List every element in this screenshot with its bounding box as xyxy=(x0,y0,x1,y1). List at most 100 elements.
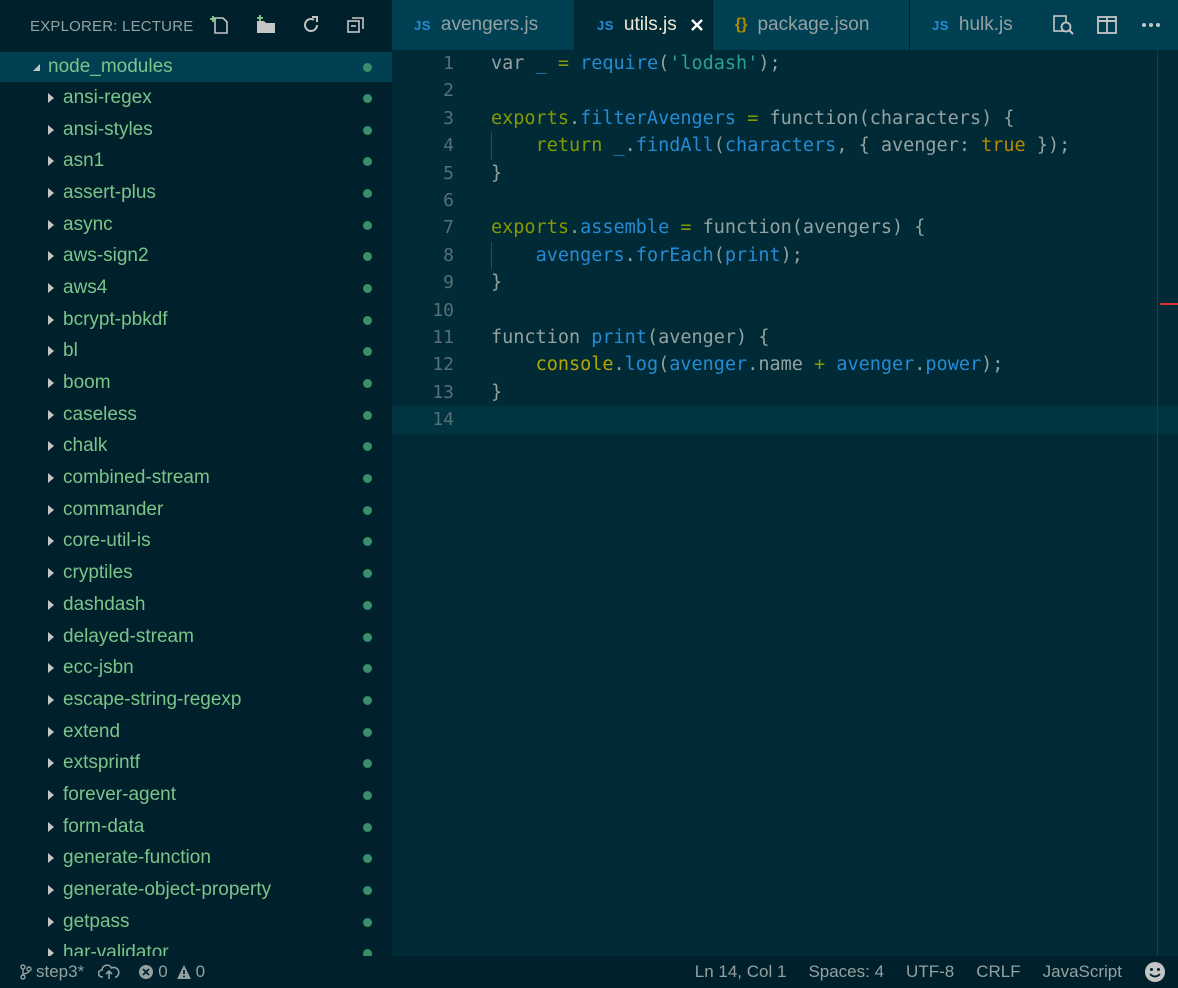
encoding[interactable]: UTF-8 xyxy=(906,962,954,982)
tree-item[interactable]: ecc-jsbn xyxy=(0,652,392,684)
tree-item[interactable]: ansi-styles xyxy=(0,114,392,146)
chevron-right-icon[interactable] xyxy=(45,504,57,516)
chevron-right-icon[interactable] xyxy=(45,219,57,231)
code-line[interactable]: 3 exports.filterAvengers = function(chara… xyxy=(392,105,1178,132)
code-editor[interactable]: 1 var _ = require('lodash'); 2 3 exports.fil… xyxy=(392,50,1178,956)
git-branch-status[interactable]: step3* xyxy=(20,962,84,982)
code-line[interactable]: 4 return _.findAll(characters, { avenger… xyxy=(392,132,1178,160)
tree-item[interactable]: getpass xyxy=(0,906,392,938)
code-line[interactable]: 10 xyxy=(392,297,1178,324)
tree-item-label: ansi-regex xyxy=(63,86,152,108)
tree-item[interactable]: generate-function xyxy=(0,843,392,875)
tab-utils-js[interactable]: JS utils.js xyxy=(575,0,713,50)
tree-item[interactable]: caseless xyxy=(0,399,392,431)
problems-status[interactable]: 0 0 xyxy=(138,962,205,982)
scrollbar-track[interactable] xyxy=(1157,50,1158,956)
tab-package-json[interactable]: {} package.json xyxy=(713,0,910,50)
chevron-right-icon[interactable] xyxy=(45,916,57,928)
tree-item[interactable]: bl xyxy=(0,336,392,368)
tree-item[interactable]: chalk xyxy=(0,431,392,463)
tree-item[interactable]: har-validator xyxy=(0,938,392,956)
tree-item[interactable]: aws4 xyxy=(0,272,392,304)
chevron-right-icon[interactable] xyxy=(45,947,57,956)
code-line[interactable]: 5} xyxy=(392,160,1178,187)
tree-folder-node-modules[interactable]: node_modules xyxy=(0,52,392,82)
tree-item[interactable]: form-data xyxy=(0,811,392,843)
chevron-right-icon[interactable] xyxy=(45,757,57,769)
more-actions-icon[interactable] xyxy=(1138,12,1164,38)
tree-item[interactable]: combined-stream xyxy=(0,462,392,494)
close-icon[interactable] xyxy=(689,17,705,33)
chevron-right-icon[interactable] xyxy=(45,789,57,801)
code-line[interactable]: 14 xyxy=(392,406,1178,434)
tree-item[interactable]: cryptiles xyxy=(0,557,392,589)
chevron-right-icon[interactable] xyxy=(45,92,57,104)
code-token: . xyxy=(914,354,926,376)
split-editor-icon[interactable] xyxy=(1094,12,1120,38)
chevron-right-icon[interactable] xyxy=(45,535,57,547)
language-mode[interactable]: JavaScript xyxy=(1043,962,1122,982)
tree-item[interactable]: escape-string-regexp xyxy=(0,684,392,716)
chevron-right-icon[interactable] xyxy=(45,155,57,167)
chevron-right-icon[interactable] xyxy=(45,472,57,484)
chevron-right-icon[interactable] xyxy=(45,884,57,896)
chevron-right-icon[interactable] xyxy=(45,726,57,738)
tree-item[interactable]: forever-agent xyxy=(0,779,392,811)
chevron-right-icon[interactable] xyxy=(45,631,57,643)
chevron-down-icon[interactable] xyxy=(30,61,42,73)
tree-item[interactable]: asn1 xyxy=(0,145,392,177)
collapse-all-icon[interactable] xyxy=(344,12,368,38)
chevron-right-icon[interactable] xyxy=(45,852,57,864)
new-file-icon[interactable] xyxy=(209,12,233,38)
tab-avengers-js[interactable]: JS avengers.js xyxy=(392,0,575,50)
chevron-right-icon[interactable] xyxy=(45,282,57,294)
refresh-icon[interactable] xyxy=(299,12,323,38)
code-line[interactable]: 2 xyxy=(392,77,1178,104)
tree-item[interactable]: dashdash xyxy=(0,589,392,621)
cursor-position[interactable]: Ln 14, Col 1 xyxy=(695,962,787,982)
git-status-dot xyxy=(363,790,372,800)
sync-status[interactable] xyxy=(98,964,124,980)
tree-item[interactable]: extend xyxy=(0,716,392,748)
tree-item[interactable]: commander xyxy=(0,494,392,526)
chevron-right-icon[interactable] xyxy=(45,377,57,389)
tab-hulk-js[interactable]: JS hulk.js xyxy=(910,0,1038,50)
tree-item[interactable]: boom xyxy=(0,367,392,399)
chevron-right-icon[interactable] xyxy=(45,314,57,326)
tree-item[interactable]: delayed-stream xyxy=(0,621,392,653)
code-line[interactable]: 7 exports.assemble = function(avengers) { xyxy=(392,214,1178,241)
chevron-right-icon[interactable] xyxy=(45,599,57,611)
tree-item[interactable]: aws-sign2 xyxy=(0,240,392,272)
feedback-smiley-icon[interactable] xyxy=(1144,961,1166,983)
chevron-right-icon[interactable] xyxy=(45,124,57,136)
code-line[interactable]: 12 console.log(avenger.name + avenger.po… xyxy=(392,351,1178,378)
chevron-right-icon[interactable] xyxy=(45,187,57,199)
code-line[interactable]: 9} xyxy=(392,269,1178,296)
code-line[interactable]: 13} xyxy=(392,379,1178,406)
tree-item[interactable]: extsprintf xyxy=(0,747,392,779)
tree-item[interactable]: assert-plus xyxy=(0,177,392,209)
tree-item[interactable]: ansi-regex xyxy=(0,82,392,114)
chevron-right-icon[interactable] xyxy=(45,694,57,706)
chevron-right-icon[interactable] xyxy=(45,567,57,579)
git-status-dot xyxy=(363,759,372,769)
chevron-right-icon[interactable] xyxy=(45,440,57,452)
code-line[interactable]: 8 avengers.forEach(print); xyxy=(392,241,1178,270)
chevron-right-icon[interactable] xyxy=(45,345,57,357)
tree-item[interactable]: bcrypt-pbkdf xyxy=(0,304,392,336)
tree-item[interactable]: generate-object-property xyxy=(0,874,392,906)
open-changes-icon[interactable] xyxy=(1050,12,1076,38)
code-line[interactable]: 1 var _ = require('lodash'); xyxy=(392,50,1178,77)
tree-item[interactable]: async xyxy=(0,209,392,241)
indentation[interactable]: Spaces: 4 xyxy=(808,962,884,982)
chevron-right-icon[interactable] xyxy=(45,821,57,833)
new-folder-icon[interactable] xyxy=(254,12,278,38)
code-line[interactable]: 11 function print(avenger) { xyxy=(392,324,1178,351)
chevron-right-icon[interactable] xyxy=(45,662,57,674)
end-of-line[interactable]: CRLF xyxy=(976,962,1020,982)
tree-item[interactable]: core-util-is xyxy=(0,526,392,558)
git-status-dot xyxy=(363,695,372,705)
chevron-right-icon[interactable] xyxy=(45,250,57,262)
code-line[interactable]: 6 xyxy=(392,187,1178,214)
chevron-right-icon[interactable] xyxy=(45,409,57,421)
